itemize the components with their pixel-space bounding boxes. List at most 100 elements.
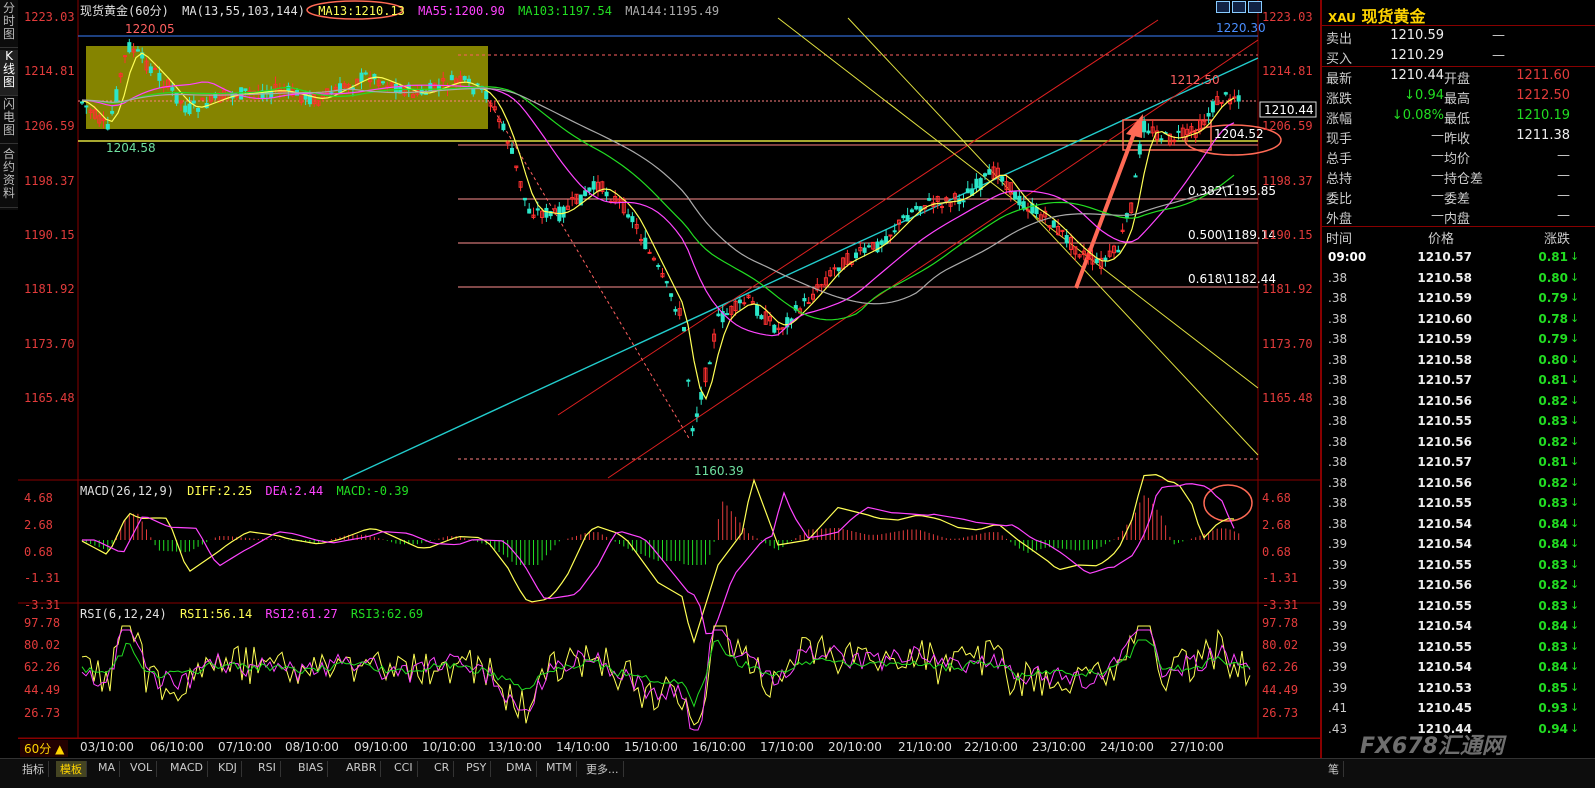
watermark-logo: FX678汇通网: [1360, 734, 1504, 759]
tick-row: .39 1210.55 0.83 ↓: [1328, 557, 1580, 572]
rsi-y-label: 80.02: [24, 638, 61, 652]
indicator-tab[interactable]: MTM: [542, 761, 577, 777]
period-button[interactable]: 60分 ▲: [20, 740, 69, 757]
tick-row: .38 1210.58 0.80 ↓: [1328, 352, 1580, 367]
rsi-header: RSI(6,12,24) RSI1:56.14 RSI2:61.27 RSI3:…: [80, 607, 424, 621]
indicator-tab[interactable]: DMA: [502, 761, 537, 777]
buy-row: 买入 1210.29 —: [1326, 48, 1505, 67]
macd-y-label: 0.68: [1262, 545, 1291, 559]
y-label-left: 1165.48: [24, 391, 75, 405]
kline-chart[interactable]: 1220.05 1204.58 1220.30 1212.50 1204.52 …: [18, 0, 1340, 758]
indicator-tab[interactable]: MACD: [166, 761, 208, 777]
quote-row: 最新 1210.44 开盘 1211.60: [1326, 68, 1570, 87]
tick-row: .39 1210.55 0.83 ↓: [1328, 639, 1580, 654]
macd-y-label: -3.31: [24, 598, 61, 612]
indicator-tab[interactable]: 指标: [18, 761, 49, 777]
quote-panel: XAU 现货黄金 卖出 1210.59 — 买入 1210.29 — 最新 121…: [1320, 0, 1595, 758]
rsi-y-label: 62.26: [24, 660, 61, 674]
indicator-tab[interactable]: RSI: [254, 761, 281, 777]
tick-row: .39 1210.54 0.84 ↓: [1328, 537, 1580, 551]
tick-row: .38 1210.57 0.81 ↓: [1328, 455, 1580, 469]
tab-flash[interactable]: 闪电图: [0, 98, 18, 144]
y-label-left: 1223.03: [24, 10, 75, 24]
rsi-y-label: 44.49: [1262, 683, 1299, 697]
x-date-label: 07/10:00: [218, 740, 272, 754]
tick-row: .38 1210.59 0.79 ↓: [1328, 332, 1580, 346]
ma-params: MA(13,55,103,144): [182, 4, 305, 18]
x-date-label: 20/10:00: [828, 740, 882, 754]
tab-intraday[interactable]: 分时图: [0, 2, 18, 48]
label-low-box: 1204.58: [106, 141, 156, 155]
tick-header: 时间 价格 涨跌: [1326, 232, 1571, 247]
rsi-y-label: 26.73: [24, 706, 61, 720]
macd-y-label: -3.31: [1262, 598, 1299, 612]
y-label-left: 1214.81: [24, 64, 75, 78]
x-date-label: 06/10:00: [150, 740, 204, 754]
indicator-tab[interactable]: 模板: [56, 761, 87, 777]
rsi-y-label: 62.26: [1262, 660, 1299, 674]
x-date-label: 15/10:00: [624, 740, 678, 754]
indicator-tab[interactable]: CCI: [390, 761, 418, 777]
quote-row: 总持 — 持仓差 —: [1326, 168, 1570, 187]
tick-row: .38 1210.55 0.83 ↓: [1328, 414, 1580, 428]
x-date-label: 22/10:00: [964, 740, 1018, 754]
indicator-tab[interactable]: KDJ: [214, 761, 242, 777]
tab-contract-info[interactable]: 合约资料: [0, 148, 18, 208]
indicator-tab[interactable]: ARBR: [342, 761, 382, 777]
x-date-label: 10/10:00: [422, 740, 476, 754]
tick-row: .39 1210.54 0.84 ↓: [1328, 660, 1580, 674]
x-date-label: 09/10:00: [354, 740, 408, 754]
left-tab-strip: 分时图 K线图 闪电图 合约资料: [0, 0, 18, 210]
tab-kline[interactable]: K线图: [0, 50, 18, 96]
x-date-label: 16/10:00: [692, 740, 746, 754]
quote-row: 委比 — 委差 —: [1326, 188, 1570, 207]
indicator-tab[interactable]: 更多...: [582, 761, 624, 777]
quote-row: 现手 — 昨收 1211.38: [1326, 128, 1570, 147]
pen-tab[interactable]: 笔: [1324, 761, 1344, 777]
ma13-value: MA13:1210.13: [318, 4, 405, 18]
layout2-icon[interactable]: [1232, 1, 1246, 13]
x-date-label: 17/10:00: [760, 740, 814, 754]
x-date-label: 08/10:00: [285, 740, 339, 754]
rsi-y-label: 97.78: [1262, 616, 1299, 630]
chart-header: 现货黄金(60分) MA(13,55,103,144) MA13:1210.13…: [80, 2, 725, 18]
label-box-level: 1204.52: [1214, 127, 1264, 141]
ma144-value: MA144:1195.49: [625, 4, 720, 18]
macd-y-label: -1.31: [1262, 571, 1299, 585]
label-recent-high: 1212.50: [1170, 73, 1220, 87]
indicator-tab[interactable]: CR: [430, 761, 455, 777]
tick-row: .39 1210.56 0.82 ↓: [1328, 578, 1580, 592]
y-label-right: 1206.59: [1262, 119, 1313, 133]
tick-row: .38 1210.56 0.82 ↓: [1328, 475, 1580, 490]
tick-row: 09:00 1210.57 0.81 ↓: [1328, 250, 1580, 264]
x-date-label: 14/10:00: [556, 740, 610, 754]
tick-row: .41 1210.45 0.93 ↓: [1328, 701, 1580, 715]
y-label-right: 1173.70: [1262, 337, 1313, 351]
indicator-tab[interactable]: PSY: [462, 761, 492, 777]
macd-y-label: 0.68: [24, 545, 53, 559]
y-label-right: 1181.92: [1262, 282, 1313, 296]
layout-icon[interactable]: [1216, 1, 1230, 13]
indicator-tab[interactable]: BIAS: [294, 761, 329, 777]
rsi-panel: [81, 625, 1251, 731]
x-date-label: 27/10:00: [1170, 740, 1224, 754]
macd-y-label: 2.68: [1262, 518, 1291, 532]
tick-row: .38 1210.59 0.79 ↓: [1328, 291, 1580, 305]
y-label-left: 1190.15: [24, 228, 75, 242]
quote-row: 涨幅 ↓0.08% 最低 1210.19: [1326, 108, 1570, 127]
x-date-label: 23/10:00: [1032, 740, 1086, 754]
ma55-value: MA55:1200.90: [418, 4, 505, 18]
indicator-tab[interactable]: MA: [94, 761, 121, 777]
indicator-tab[interactable]: VOL: [126, 761, 158, 777]
x-date-label: 24/10:00: [1100, 740, 1154, 754]
tick-row: .38 1210.56 0.82 ↓: [1328, 434, 1580, 449]
y-label-left: 1173.70: [24, 337, 75, 351]
close-icon[interactable]: [1248, 1, 1262, 13]
x-date-label: 21/10:00: [898, 740, 952, 754]
label-hline: 1220.30: [1216, 21, 1266, 35]
quote-row: 外盘 — 内盘 —: [1326, 208, 1570, 227]
symbol-label: 现货黄金(60分): [80, 4, 169, 18]
tick-row: .38 1210.60 0.78 ↓: [1328, 311, 1580, 326]
price-tag: 1210.44: [1264, 103, 1314, 117]
tick-row: .38 1210.55 0.83 ↓: [1328, 496, 1580, 510]
